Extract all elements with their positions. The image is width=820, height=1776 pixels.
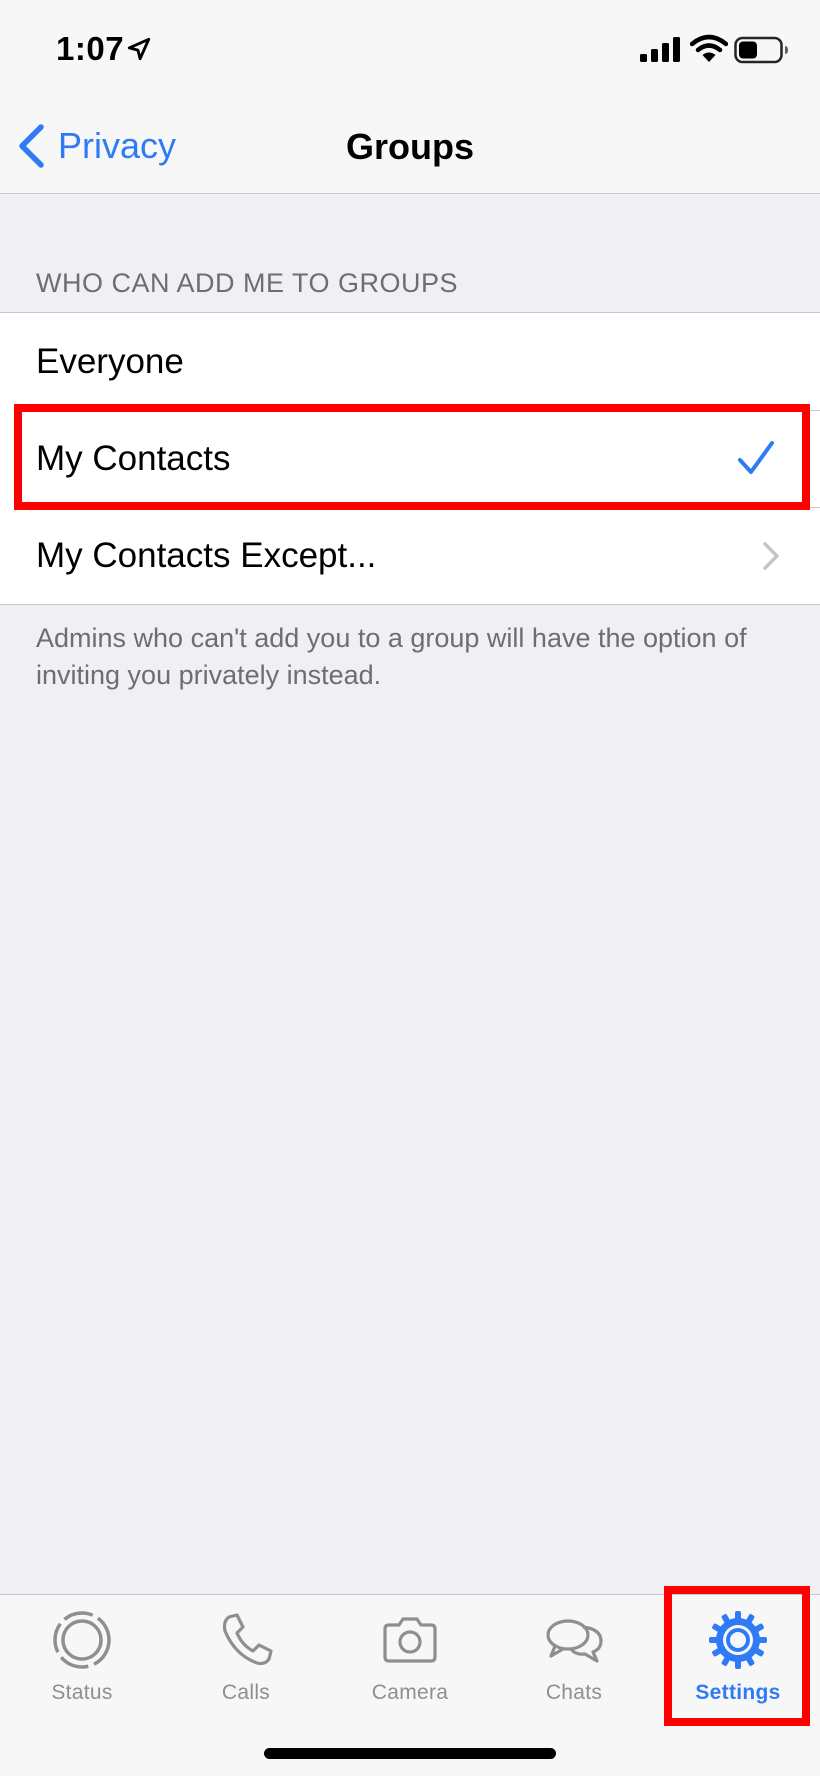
tab-chats[interactable]: Chats (492, 1595, 656, 1735)
tab-calls[interactable]: Calls (164, 1595, 328, 1735)
location-arrow-icon (127, 37, 151, 61)
battery-icon (734, 36, 788, 64)
option-label: Everyone (36, 341, 184, 381)
footer-note: Admins who can't add you to a group will… (36, 623, 747, 690)
tab-settings[interactable]: Settings (656, 1595, 820, 1735)
tab-label: Camera (371, 1681, 449, 1704)
status-icon (53, 1611, 111, 1669)
chat-bubbles-icon (546, 1619, 603, 1663)
page-title: Groups (345, 126, 474, 167)
gear-icon (709, 1611, 767, 1669)
home-indicator[interactable] (264, 1748, 556, 1759)
camera-icon (383, 1617, 437, 1663)
tab-camera[interactable]: Camera (328, 1595, 492, 1735)
option-label: My Contacts (36, 438, 231, 478)
section-header: WHO CAN ADD ME TO GROUPS (36, 268, 459, 298)
wifi-icon (690, 34, 728, 62)
option-everyone[interactable]: Everyone (0, 313, 820, 410)
option-label: My Contacts Except... (36, 535, 377, 575)
cellular-signal-icon (640, 37, 680, 62)
tab-label: Chats (545, 1681, 603, 1704)
status-time: 1:07 (56, 30, 125, 67)
tab-label: Status (51, 1681, 113, 1704)
option-my-contacts[interactable]: My Contacts (0, 410, 820, 507)
option-my-contacts-except[interactable]: My Contacts Except... (0, 507, 820, 604)
top-bar: 1:07 Privacy Groups (0, 0, 820, 194)
chevron-right-icon (763, 542, 779, 570)
phone-icon (222, 1613, 273, 1666)
status-bar: 1:07 (0, 0, 820, 100)
group-privacy-options: Everyone My Contacts My Contacts Except.… (0, 312, 820, 605)
tab-label: Settings (695, 1681, 781, 1704)
tab-status[interactable]: Status (0, 1595, 164, 1735)
checkmark-icon (738, 441, 774, 474)
navigation-bar: Privacy Groups (0, 100, 820, 194)
tab-label: Calls (221, 1681, 271, 1704)
